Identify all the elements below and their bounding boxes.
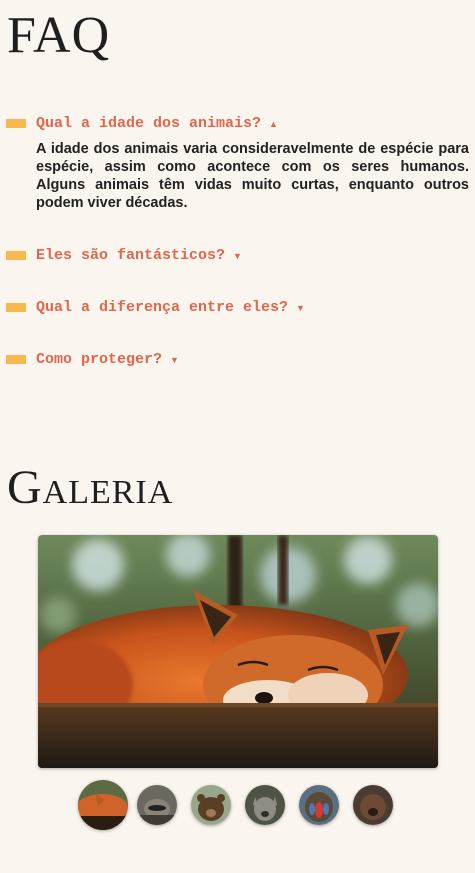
faq-question-1[interactable]: Qual a idade dos animais? ▲ — [6, 115, 469, 132]
accent-bar — [6, 303, 26, 312]
thumbnail-raccoon[interactable] — [137, 785, 177, 825]
faq-item-1: Qual a idade dos animais? ▲ A idade dos … — [6, 115, 469, 212]
gallery-title: Galeria — [7, 461, 174, 514]
accent-bar — [6, 119, 26, 128]
faq-question-text: Qual a diferença entre eles? — [36, 299, 289, 316]
faq-question-text: Qual a idade dos animais? — [36, 115, 262, 132]
thumbnail-mandrill[interactable] — [299, 785, 339, 825]
faq-item-4: Como proteger? ▼ — [6, 351, 469, 368]
chevron-down-icon: ▼ — [296, 302, 305, 313]
thumbnail-fox[interactable] — [78, 780, 128, 830]
faq-question-4[interactable]: Como proteger? ▼ — [6, 351, 469, 368]
gallery-main-image — [38, 535, 438, 768]
chevron-up-icon: ▲ — [269, 118, 278, 129]
accent-bar — [6, 355, 26, 364]
faq-question-text: Eles são fantásticos? — [36, 247, 226, 264]
chevron-down-icon: ▼ — [170, 354, 179, 365]
accent-bar — [6, 251, 26, 260]
chevron-down-icon: ▼ — [233, 250, 242, 261]
gallery-thumbnails — [78, 780, 408, 830]
faq-question-2[interactable]: Eles são fantásticos? ▼ — [6, 247, 469, 264]
faq-answer-1: A idade dos animais varia consideravelme… — [36, 141, 469, 211]
faq-title: FAQ — [7, 7, 111, 64]
faq-question-3[interactable]: Qual a diferença entre eles? ▼ — [6, 299, 469, 316]
faq-item-3: Qual a diferença entre eles? ▼ — [6, 299, 469, 316]
faq-item-2: Eles são fantásticos? ▼ — [6, 247, 469, 264]
thumbnail-dark-animal[interactable] — [353, 785, 393, 825]
faq-question-text: Como proteger? — [36, 351, 163, 368]
thumbnail-bear[interactable] — [191, 785, 231, 825]
thumbnail-wolf[interactable] — [245, 785, 285, 825]
